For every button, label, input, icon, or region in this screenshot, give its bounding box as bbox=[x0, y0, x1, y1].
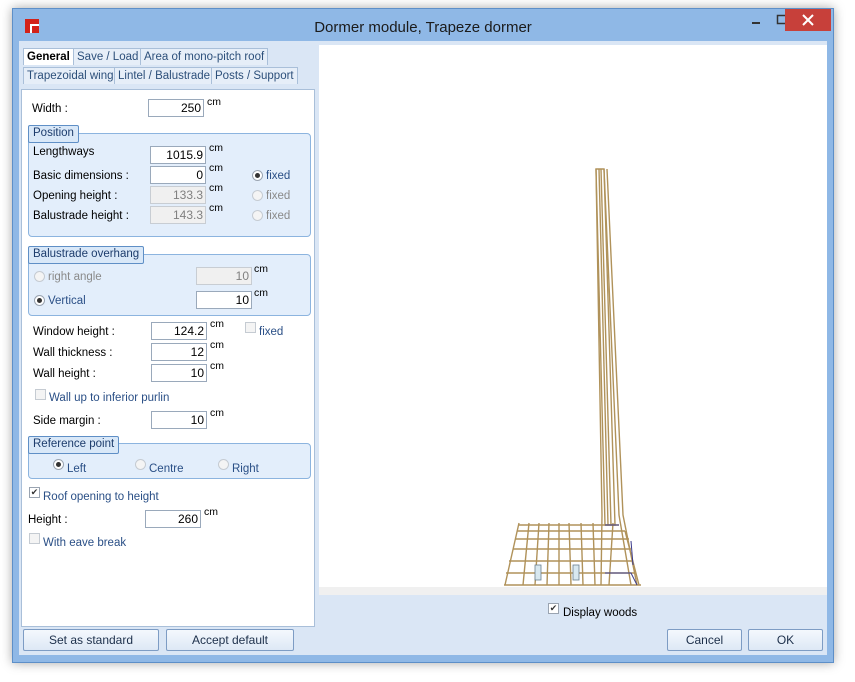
wall-thickness-label: Wall thickness : bbox=[33, 347, 113, 359]
reference-left-radio[interactable] bbox=[53, 459, 64, 470]
tab-strip: General Save / Load Area of mono-pitch r… bbox=[21, 45, 315, 89]
height-unit: cm bbox=[204, 506, 218, 518]
dialog-window: Dormer module, Trapeze dormer General Sa… bbox=[12, 8, 834, 663]
set-as-standard-button[interactable]: Set as standard bbox=[23, 629, 159, 651]
general-form: Width : 250 cm Position Lengthways 1015.… bbox=[21, 89, 315, 627]
window-height-label: Window height : bbox=[33, 326, 115, 338]
vertical-unit: cm bbox=[254, 287, 268, 299]
wall-thickness-input[interactable]: 12 bbox=[151, 343, 207, 361]
display-woods-check[interactable]: ✔ bbox=[548, 603, 559, 614]
reference-centre-label: Centre bbox=[149, 463, 184, 475]
cancel-button[interactable]: Cancel bbox=[667, 629, 742, 651]
opening-height-unit: cm bbox=[209, 182, 223, 194]
wall-thickness-unit: cm bbox=[210, 339, 224, 351]
wall-up-label: Wall up to inferior purlin bbox=[49, 392, 170, 404]
height-label: Height : bbox=[28, 514, 68, 526]
tab-trapezoidal-wing[interactable]: Trapezoidal wing bbox=[23, 67, 118, 84]
title-bar[interactable]: Dormer module, Trapeze dormer bbox=[13, 9, 833, 43]
vertical-input[interactable]: 10 bbox=[196, 291, 252, 309]
settings-panel: General Save / Load Area of mono-pitch r… bbox=[21, 45, 315, 627]
reference-left-label: Left bbox=[67, 463, 87, 475]
opening-height-label: Opening height : bbox=[33, 190, 118, 202]
right-angle-radio[interactable] bbox=[34, 271, 45, 282]
right-angle-label: right angle bbox=[48, 271, 102, 283]
minimize-icon bbox=[752, 22, 760, 24]
balustrade-fixed-radio[interactable] bbox=[252, 210, 263, 221]
balustrade-height-unit: cm bbox=[209, 202, 223, 214]
opening-height-input[interactable]: 133.3 bbox=[150, 186, 206, 204]
reference-right-radio[interactable] bbox=[218, 459, 229, 470]
window-height-input[interactable]: 124.2 bbox=[151, 322, 207, 340]
side-margin-label: Side margin : bbox=[33, 415, 101, 427]
lengthways-unit: cm bbox=[209, 142, 223, 154]
balustrade-height-label: Balustrade height : bbox=[33, 210, 129, 222]
ok-button[interactable]: OK bbox=[748, 629, 823, 651]
preview-floor bbox=[319, 587, 827, 595]
wall-up-check[interactable] bbox=[35, 389, 46, 400]
wall-height-label: Wall height : bbox=[33, 368, 96, 380]
reference-group-title: Reference point bbox=[28, 436, 120, 454]
lengthways-input[interactable]: 1015.9 bbox=[150, 146, 206, 164]
reference-centre-radio[interactable] bbox=[135, 459, 146, 470]
width-unit: cm bbox=[207, 96, 221, 108]
window-height-unit: cm bbox=[210, 318, 224, 330]
opening-fixed-label: fixed bbox=[266, 190, 291, 202]
window-height-fixed-check[interactable] bbox=[245, 322, 256, 333]
width-input[interactable]: 250 bbox=[148, 99, 204, 117]
dormer-drawing bbox=[504, 168, 641, 586]
display-woods-label: Display woods bbox=[563, 607, 638, 619]
basic-fixed-label: fixed bbox=[266, 170, 291, 182]
position-group-title: Position bbox=[28, 125, 79, 143]
vertical-label: Vertical bbox=[48, 295, 86, 307]
roof-opening-label: Roof opening to height bbox=[43, 491, 159, 503]
accept-default-button[interactable]: Accept default bbox=[166, 629, 294, 651]
right-angle-input[interactable]: 10 bbox=[196, 267, 252, 285]
overhang-group-title: Balustrade overhang bbox=[28, 246, 145, 264]
basic-dimensions-unit: cm bbox=[209, 162, 223, 174]
vertical-radio[interactable] bbox=[34, 295, 45, 306]
close-icon bbox=[802, 14, 814, 26]
balustrade-height-input[interactable]: 143.3 bbox=[150, 206, 206, 224]
eave-break-check[interactable] bbox=[29, 533, 40, 544]
close-button[interactable] bbox=[785, 9, 831, 31]
dialog-client: General Save / Load Area of mono-pitch r… bbox=[19, 41, 827, 655]
opening-fixed-radio[interactable] bbox=[252, 190, 263, 201]
tab-general[interactable]: General bbox=[23, 48, 74, 65]
tab-save-load[interactable]: Save / Load bbox=[73, 48, 143, 65]
dormer-preview[interactable] bbox=[319, 45, 827, 595]
tab-lintel-balustrade[interactable]: Lintel / Balustrade bbox=[114, 67, 215, 84]
wall-height-input[interactable]: 10 bbox=[151, 364, 207, 382]
window-height-fixed-label: fixed bbox=[259, 326, 284, 338]
lengthways-label: Lengthways bbox=[33, 146, 95, 158]
height-input[interactable]: 260 bbox=[145, 510, 201, 528]
balustrade-fixed-label: fixed bbox=[266, 210, 291, 222]
basic-fixed-radio[interactable] bbox=[252, 170, 263, 181]
width-label: Width : bbox=[32, 103, 68, 115]
right-angle-unit: cm bbox=[254, 263, 268, 275]
roof-opening-check[interactable]: ✔ bbox=[29, 487, 40, 498]
window-title: Dormer module, Trapeze dormer bbox=[314, 19, 532, 36]
basic-dimensions-label: Basic dimensions : bbox=[33, 170, 129, 182]
side-margin-unit: cm bbox=[210, 407, 224, 419]
eave-break-label: With eave break bbox=[43, 537, 127, 549]
tab-posts-support[interactable]: Posts / Support bbox=[211, 67, 298, 84]
reference-right-label: Right bbox=[232, 463, 259, 475]
tab-area-mono-pitch[interactable]: Area of mono-pitch roof bbox=[140, 48, 269, 65]
basic-dimensions-input[interactable]: 0 bbox=[150, 166, 206, 184]
side-margin-input[interactable]: 10 bbox=[151, 411, 207, 429]
wall-height-unit: cm bbox=[210, 360, 224, 372]
minimize-button[interactable] bbox=[743, 9, 769, 31]
